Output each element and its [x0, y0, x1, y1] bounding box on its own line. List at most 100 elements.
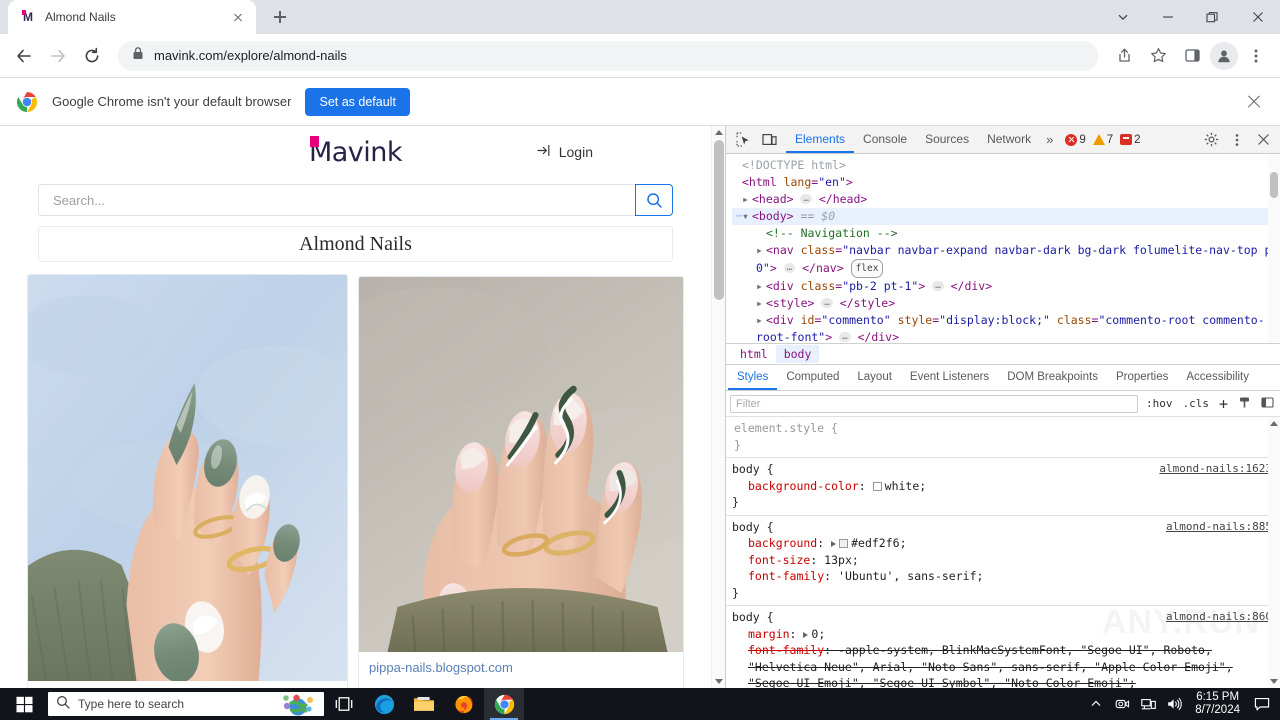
styles-scrollbar[interactable]: [1268, 417, 1280, 688]
minimize-icon[interactable]: [1145, 0, 1190, 34]
style-rule-body-885[interactable]: body { almond-nails:885 background: #edf…: [726, 516, 1280, 606]
color-swatch[interactable]: [839, 539, 849, 548]
three-dot-menu-icon[interactable]: [1240, 40, 1272, 72]
tab-properties[interactable]: Properties: [1107, 365, 1177, 390]
task-view-icon[interactable]: [324, 688, 364, 720]
dom-line-style[interactable]: ▸ <style> … </style>: [732, 295, 1280, 312]
google-chrome-icon[interactable]: [484, 688, 524, 720]
nail-image-1[interactable]: [28, 275, 347, 681]
login-button[interactable]: Login: [537, 143, 593, 161]
three-dot-menu-icon[interactable]: [1224, 127, 1250, 153]
rule-source-link[interactable]: almond-nails:1623: [1159, 461, 1272, 478]
close-icon[interactable]: [1244, 92, 1264, 112]
expand-arrow-icon[interactable]: [831, 541, 837, 547]
hover-state-button[interactable]: :hov: [1144, 397, 1175, 410]
property-name[interactable]: font-family: [748, 569, 824, 583]
star-icon[interactable]: [1142, 40, 1174, 72]
class-toggle-button[interactable]: .cls: [1180, 397, 1211, 410]
breadcrumb-body[interactable]: body: [775, 345, 820, 363]
dom-line-div-pb2[interactable]: ▸ <div class="pb-2 pt-1"> … </div>: [732, 278, 1280, 295]
camera-icon[interactable]: [1109, 688, 1135, 720]
style-rule-body-860[interactable]: body { almond-nails:860 margin: 0; font-…: [726, 606, 1280, 688]
flex-badge[interactable]: flex: [850, 259, 884, 278]
notification-icon[interactable]: [1248, 688, 1276, 720]
windows-start-icon[interactable]: [0, 688, 48, 720]
color-swatch[interactable]: [872, 481, 882, 491]
browser-tab[interactable]: M Almond Nails: [8, 0, 256, 34]
property-name[interactable]: background-color: [748, 479, 859, 493]
sidebar-toggle-icon[interactable]: [1259, 396, 1276, 412]
warning-badge[interactable]: 7: [1091, 134, 1115, 146]
maximize-icon[interactable]: [1190, 0, 1235, 34]
close-icon[interactable]: [1235, 0, 1280, 34]
rule-source-link[interactable]: almond-nails:860: [1166, 609, 1272, 626]
property-name[interactable]: background: [748, 536, 817, 550]
property-value[interactable]: white: [885, 479, 920, 493]
property-name[interactable]: font-family: [748, 643, 824, 657]
tab-elements[interactable]: Elements: [786, 126, 855, 153]
property-name[interactable]: margin: [748, 627, 790, 641]
mavink-logo[interactable]: Mavink: [309, 135, 403, 168]
tab-event-listeners[interactable]: Event Listeners: [901, 365, 998, 390]
tab-computed[interactable]: Computed: [777, 365, 848, 390]
chevron-down-icon[interactable]: [1100, 0, 1145, 34]
close-icon[interactable]: [230, 9, 246, 25]
volume-icon[interactable]: [1161, 688, 1187, 720]
tab-network[interactable]: Network: [978, 126, 1040, 153]
card-caption[interactable]: pippa-nails.blogspot.com: [28, 681, 347, 688]
address-bar[interactable]: mavink.com/explore/almond-nails: [118, 40, 1098, 71]
nail-image-2[interactable]: [359, 277, 683, 652]
tab-dom-breakpoints[interactable]: DOM Breakpoints: [998, 365, 1107, 390]
firefox-icon[interactable]: [444, 688, 484, 720]
gear-icon[interactable]: [1198, 127, 1224, 153]
tab-console[interactable]: Console: [854, 126, 916, 153]
breadcrumb-html[interactable]: html: [732, 345, 776, 363]
dom-badge-dots[interactable]: ⋯: [736, 208, 742, 225]
scroll-down-arrow-icon[interactable]: [715, 679, 723, 684]
back-arrow-icon[interactable]: [8, 40, 40, 72]
search-field-wrapper[interactable]: [38, 184, 635, 216]
property-name[interactable]: font-size: [748, 553, 810, 567]
tab-sources[interactable]: Sources: [916, 126, 978, 153]
network-icon[interactable]: [1135, 688, 1161, 720]
result-card[interactable]: pippa-nails.blogspot.com: [27, 274, 348, 688]
side-panel-icon[interactable]: [1176, 40, 1208, 72]
dom-line-body-selected[interactable]: ⋯ ▾ <body> == $0: [732, 208, 1280, 225]
rule-source-link[interactable]: almond-nails:885: [1166, 519, 1272, 536]
dom-line-head[interactable]: ▸ <head> … </head>: [732, 191, 1280, 208]
issue-badge[interactable]: 2: [1118, 134, 1142, 146]
tab-layout[interactable]: Layout: [848, 365, 901, 390]
dom-tree[interactable]: <!DOCTYPE html> <html lang="en"> ▸ <head>…: [726, 154, 1280, 343]
device-toolbar-icon[interactable]: [756, 127, 782, 153]
dom-tree-scrollbar[interactable]: [1268, 154, 1280, 343]
styles-rules-pane[interactable]: element.style { } body { almond-nails:16…: [726, 417, 1280, 688]
taskbar-clock[interactable]: 6:15 PM 8/7/2024: [1187, 691, 1248, 717]
scroll-up-arrow-icon[interactable]: [1270, 421, 1278, 426]
tab-accessibility[interactable]: Accessibility: [1177, 365, 1258, 390]
style-rule-element-style[interactable]: element.style { }: [726, 417, 1280, 458]
tab-styles[interactable]: Styles: [728, 365, 778, 390]
inspect-element-icon[interactable]: [730, 127, 756, 153]
new-tab-button[interactable]: [266, 3, 294, 31]
scroll-thumb[interactable]: [1270, 172, 1278, 198]
forward-arrow-icon[interactable]: [42, 40, 74, 72]
new-style-rule-button[interactable]: +: [1217, 396, 1230, 411]
file-explorer-icon[interactable]: [404, 688, 444, 720]
result-card[interactable]: pippa-nails.blogspot.com: [358, 276, 684, 688]
close-icon[interactable]: [1250, 127, 1276, 153]
render-toggle-icon[interactable]: [1236, 396, 1253, 412]
microsoft-edge-icon[interactable]: [364, 688, 404, 720]
scroll-thumb[interactable]: [714, 140, 724, 300]
property-value[interactable]: #edf2f6: [851, 536, 899, 550]
scroll-down-arrow-icon[interactable]: [1270, 679, 1278, 684]
share-icon[interactable]: [1108, 40, 1140, 72]
property-value[interactable]: 'Ubuntu', sans-serif: [838, 569, 976, 583]
more-tabs-icon[interactable]: »: [1040, 132, 1059, 147]
styles-filter-input[interactable]: [730, 394, 1138, 413]
scroll-up-arrow-icon[interactable]: [715, 130, 723, 135]
card-caption[interactable]: pippa-nails.blogspot.com: [359, 652, 683, 685]
taskbar-search[interactable]: Type here to search: [48, 692, 324, 716]
dom-line-html[interactable]: <html lang="en">: [732, 174, 1280, 191]
search-input[interactable]: [53, 192, 621, 208]
reload-icon[interactable]: [76, 40, 108, 72]
